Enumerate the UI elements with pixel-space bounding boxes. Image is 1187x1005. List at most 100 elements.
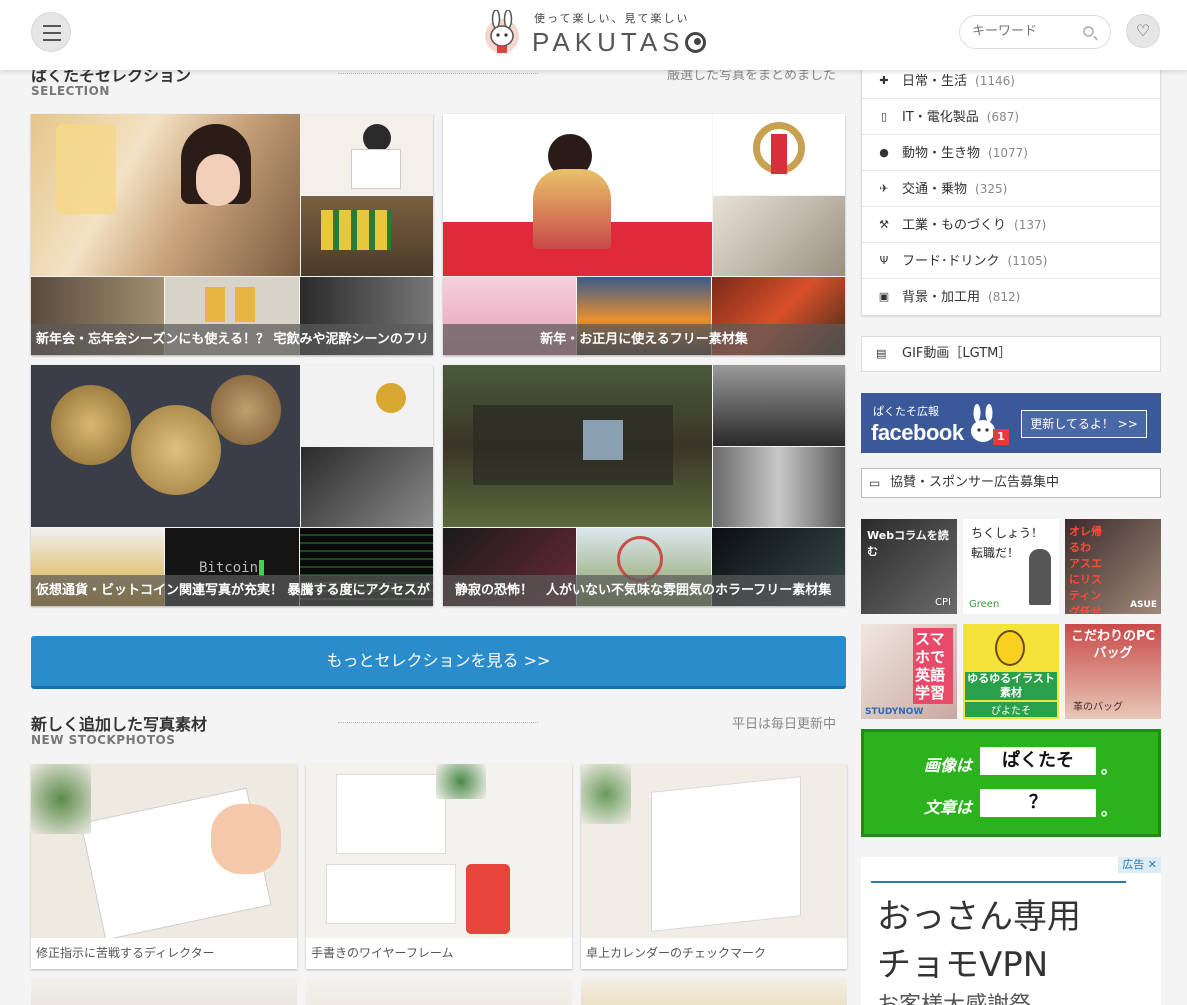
monitor-icon: ▭ bbox=[869, 476, 881, 490]
brand-text: PAKUTAS bbox=[532, 27, 685, 57]
sponsor-label: 協賛・スポンサー広告募集中 bbox=[890, 475, 1060, 490]
category-item[interactable]: ● 動物・生き物 (1077) bbox=[862, 135, 1160, 171]
dotted-divider bbox=[338, 73, 538, 74]
category-item[interactable]: ▣ 背景・加工用 (812) bbox=[862, 279, 1160, 315]
gif-label: GIF動画［LGTM］ bbox=[902, 346, 1012, 361]
ad-subline: お客様大感謝祭 bbox=[877, 987, 1031, 1005]
banner-period: 。 bbox=[1101, 758, 1118, 777]
site-tagline: 使って楽しい、見て楽しい bbox=[534, 12, 690, 25]
kimono-photo bbox=[443, 114, 712, 276]
beer-cans-photo bbox=[301, 196, 433, 276]
category-item[interactable]: ✈ 交通・乗物 (325) bbox=[862, 171, 1160, 207]
photo-card[interactable]: 手書きのワイヤーフレーム bbox=[306, 764, 572, 969]
category-count: (1105) bbox=[1007, 254, 1048, 268]
category-label: 日常・生活 bbox=[902, 74, 968, 89]
selection-tile-horror[interactable]: 静寂の恐怖！ 人がいない不気味な雰囲気のホラーフリー素材集 bbox=[443, 365, 845, 606]
category-count: (1146) bbox=[975, 74, 1015, 88]
notification-badge: 1 bbox=[993, 429, 1009, 445]
category-count: (1077) bbox=[988, 146, 1028, 160]
photo-card-partial[interactable] bbox=[306, 978, 572, 1005]
new-photos-title: 新しく追加した写真素材 bbox=[31, 715, 208, 734]
ad-headline: チョモVPN bbox=[877, 945, 1049, 985]
facebook-update-button[interactable]: 更新してるよ！ >> bbox=[1021, 410, 1147, 438]
wrench-icon: ⚒ bbox=[879, 218, 889, 231]
ad-grid: Webコラムを読む CPI ちくしょう！ 転職だ！ Green オレ帰るわ アス… bbox=[861, 519, 1161, 719]
category-label: 背景・加工用 bbox=[902, 290, 981, 305]
forks-coins-photo bbox=[301, 365, 433, 446]
photo-card-partial[interactable] bbox=[581, 978, 847, 1005]
magnifier-icon[interactable] bbox=[1083, 26, 1094, 37]
close-icon[interactable]: ✕ bbox=[1148, 858, 1157, 871]
tile-caption: 新年会・忘年会シーズンにも使える！？ 宅飲みや泥酔シーンのフリ bbox=[31, 324, 433, 355]
globe-icon: ● bbox=[879, 146, 889, 159]
ad-text: スマホで英語学習 bbox=[913, 628, 953, 704]
banner-box: ぱくたそ bbox=[980, 747, 1096, 775]
new-photos-header: 新しく追加した写真素材 NEW STOCKPHOTOS 平日は毎日更新中 bbox=[31, 711, 846, 751]
rabbit-logo-icon bbox=[485, 10, 519, 53]
category-label: フード･ドリンク bbox=[902, 254, 1000, 269]
menu-button[interactable] bbox=[31, 12, 71, 52]
ad-banner[interactable]: オレ帰るわ アスエにリスティング任せてあるし ASUE bbox=[1065, 519, 1161, 614]
banner-label: 文章は bbox=[924, 798, 973, 817]
heart-icon: ♡ bbox=[1135, 21, 1151, 40]
photo-thumbnail bbox=[581, 764, 847, 938]
banner-label: 画像は bbox=[924, 756, 973, 775]
photo-card[interactable]: 卓上カレンダーのチェックマーク bbox=[581, 764, 847, 969]
banner-box: ？ bbox=[980, 789, 1096, 817]
ad-banner[interactable]: こだわりのPCバッグ 革のバッグ bbox=[1065, 624, 1161, 719]
selection-tile-newyear[interactable]: 新年・お正月に使えるフリー素材集 bbox=[443, 114, 845, 355]
ad-banner[interactable]: ゆるゆるイラスト素材 ぴよたそ bbox=[963, 624, 1059, 719]
picture-icon: ▣ bbox=[878, 290, 890, 303]
ad-brand: 革のバッグ bbox=[1073, 702, 1123, 713]
hamburger-icon bbox=[43, 25, 61, 27]
ruined-building-photo bbox=[713, 365, 845, 446]
category-label: 交通・乗物 bbox=[902, 182, 968, 197]
site-logo[interactable]: 使って楽しい、見て楽しい PAKUTAS bbox=[482, 8, 712, 58]
more-selection-button[interactable]: もっとセレクションを見る >> bbox=[31, 636, 846, 689]
favorite-button[interactable]: ♡ bbox=[1126, 14, 1160, 48]
photo-card-partial[interactable] bbox=[31, 978, 297, 1005]
ad-banner[interactable]: ちくしょう！ 転職だ！ Green bbox=[963, 519, 1059, 614]
ad-brand: ぴよたそ bbox=[965, 702, 1057, 717]
new-photos-note: 平日は毎日更新中 bbox=[731, 717, 836, 732]
ad-text: Webコラムを読む bbox=[867, 529, 949, 558]
category-item[interactable]: ⚒ 工業・ものづくり (137) bbox=[862, 207, 1160, 243]
ad-text: ゆるゆるイラスト素材 bbox=[965, 672, 1057, 700]
search-box[interactable] bbox=[959, 15, 1111, 49]
omikuji-photo bbox=[713, 196, 845, 276]
selection-subtitle: SELECTION bbox=[31, 84, 110, 98]
film-file-icon: ▤ bbox=[876, 347, 887, 360]
photo-thumbnail bbox=[31, 764, 297, 938]
mining-rig-photo bbox=[301, 447, 433, 527]
ad-brand: ASUE bbox=[1130, 600, 1157, 610]
abandoned-house-photo bbox=[443, 365, 712, 527]
corridor-photo bbox=[713, 447, 845, 527]
text-ad[interactable]: 広告 ✕ おっさん専用 チョモVPN お客様大感謝祭 bbox=[861, 857, 1161, 1005]
selection-tile-drinking[interactable]: 新年会・忘年会シーズンにも使える！？ 宅飲みや泥酔シーンのフリ bbox=[31, 114, 433, 355]
facebook-banner[interactable]: ぱくたそ広報 facebook 1 更新してるよ！ >> bbox=[861, 393, 1161, 453]
ad-label[interactable]: 広告 ✕ bbox=[1118, 857, 1161, 873]
category-item[interactable]: Ψ フード･ドリンク (1105) bbox=[862, 243, 1160, 279]
photo-thumbnail bbox=[306, 764, 572, 938]
photo-card[interactable]: 修正指示に苦戦するディレクター bbox=[31, 764, 297, 969]
ad-brand: CPI bbox=[935, 597, 951, 608]
category-item[interactable]: ▯ IT・電化製品 (687) bbox=[862, 99, 1160, 135]
ad-banner[interactable]: スマホで英語学習 STUDYNOW bbox=[861, 624, 957, 719]
dotted-divider bbox=[338, 722, 538, 723]
category-list: ✚ 日常・生活 (1146) ▯ IT・電化製品 (687) ● 動物・生き物 (1077)… bbox=[861, 62, 1161, 316]
drinking-photo bbox=[31, 114, 300, 276]
ad-text: オレ帰るわ アスエにリスティング任せてあるし bbox=[1069, 525, 1102, 614]
search-input[interactable] bbox=[972, 24, 1082, 39]
green-ad-banner[interactable]: 画像は ぱくたそ 。 文章は ？ 。 bbox=[861, 729, 1161, 837]
ad-brand: Green bbox=[969, 599, 1000, 610]
selection-tile-bitcoin[interactable]: Bitcoin 仮想通貨・ビットコイン関連写真が充実！ 暴騰する度にアクセスが bbox=[31, 365, 433, 606]
category-label: 動物・生き物 bbox=[902, 146, 981, 161]
brand-o-icon bbox=[684, 32, 706, 53]
sponsor-link[interactable]: ▭ 協賛・スポンサー広告募集中 bbox=[861, 468, 1161, 498]
hamburger-line bbox=[43, 32, 61, 34]
hamburger-line bbox=[43, 39, 61, 41]
ad-banner[interactable]: Webコラムを読む CPI bbox=[861, 519, 957, 614]
new-photos-subtitle: NEW STOCKPHOTOS bbox=[31, 733, 176, 747]
category-label: IT・電化製品 bbox=[902, 110, 979, 125]
gif-link[interactable]: ▤ GIF動画［LGTM］ bbox=[861, 336, 1161, 372]
